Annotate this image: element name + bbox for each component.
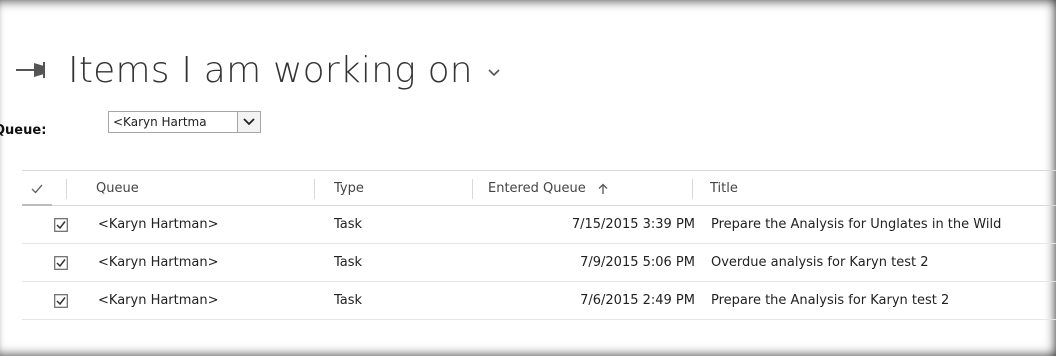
cell-queue[interactable]: <Karyn Hartman> bbox=[98, 282, 219, 319]
column-header-entered-queue-label: Entered Queue bbox=[488, 181, 586, 196]
queue-label: Queue: bbox=[0, 122, 47, 138]
queue-select-button[interactable] bbox=[237, 112, 260, 132]
column-header-queue[interactable]: Queue bbox=[96, 171, 139, 206]
table-row[interactable]: <Karyn Hartman> Task 7/6/2015 2:49 PM Pr… bbox=[22, 282, 1056, 320]
column-header-title[interactable]: Title bbox=[710, 171, 738, 206]
cell-queue[interactable]: <Karyn Hartman> bbox=[98, 244, 219, 281]
window-frame: Items I am working on Queue: <Karyn Hart… bbox=[0, 0, 1056, 356]
column-separator[interactable] bbox=[66, 179, 67, 199]
select-all-toggle[interactable] bbox=[30, 171, 52, 206]
checkbox-checked-icon[interactable] bbox=[54, 256, 68, 270]
queue-filter: Queue: <Karyn Hartma bbox=[0, 108, 261, 138]
chevron-down-icon[interactable] bbox=[487, 68, 501, 78]
cell-entered-queue: 7/9/2015 5:06 PM bbox=[580, 255, 695, 270]
items-grid: Queue Type Entered Queue Title <Karyn Ha… bbox=[22, 170, 1056, 320]
cell-entered-queue: 7/15/2015 3:39 PM bbox=[571, 217, 695, 232]
sort-up-arrow-icon bbox=[598, 183, 608, 194]
dropdown-arrow-icon bbox=[243, 118, 255, 126]
cell-type: Task bbox=[334, 217, 363, 232]
cell-title[interactable]: Prepare the Analysis for Unglates in the… bbox=[711, 206, 1001, 243]
queue-select[interactable]: <Karyn Hartma bbox=[108, 111, 261, 133]
cell-type: Task bbox=[334, 255, 363, 270]
column-header-type[interactable]: Type bbox=[334, 171, 364, 206]
column-separator[interactable] bbox=[692, 179, 693, 199]
checkmark-icon bbox=[31, 184, 43, 194]
column-separator[interactable] bbox=[314, 179, 315, 199]
column-header-entered-queue[interactable]: Entered Queue bbox=[488, 171, 608, 206]
column-separator[interactable] bbox=[472, 179, 473, 199]
table-row[interactable]: <Karyn Hartman> Task 7/15/2015 3:39 PM P… bbox=[22, 206, 1056, 244]
cell-type: Task bbox=[334, 293, 363, 308]
page-header: Items I am working on bbox=[14, 42, 501, 98]
table-row[interactable]: <Karyn Hartman> Task 7/9/2015 5:06 PM Ov… bbox=[22, 244, 1056, 282]
checkbox-checked-icon[interactable] bbox=[54, 218, 68, 232]
cell-queue[interactable]: <Karyn Hartman> bbox=[98, 206, 219, 243]
checkbox-checked-icon[interactable] bbox=[54, 294, 68, 308]
cell-title[interactable]: Prepare the Analysis for Karyn test 2 bbox=[711, 282, 949, 319]
pin-icon[interactable] bbox=[14, 60, 50, 80]
queue-select-value[interactable]: <Karyn Hartma bbox=[109, 112, 237, 132]
cell-title[interactable]: Overdue analysis for Karyn test 2 bbox=[711, 244, 928, 281]
cell-entered-queue: 7/6/2015 2:49 PM bbox=[580, 293, 695, 308]
page-title: Items I am working on bbox=[68, 49, 473, 91]
grid-header: Queue Type Entered Queue Title bbox=[22, 170, 1056, 206]
